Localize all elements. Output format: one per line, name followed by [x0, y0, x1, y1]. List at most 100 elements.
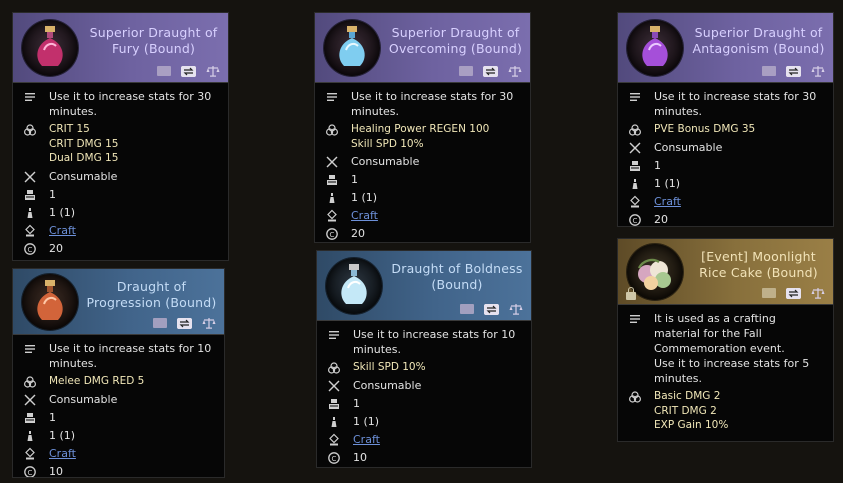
stats-triquetra-icon	[23, 123, 37, 137]
item-count: 1 (1)	[351, 191, 378, 204]
flask-count-icon	[23, 429, 37, 443]
stat-line: Basic DMG 2	[654, 390, 721, 402]
flask-count-icon	[23, 206, 37, 220]
crossed-swords-icon	[325, 155, 339, 169]
stat-line: EXP Gain 10%	[654, 419, 729, 431]
trade-icon	[484, 303, 499, 315]
potion-fury-icon	[22, 20, 78, 76]
item-stack: 1	[49, 187, 56, 201]
tooltip-header: Draught of Boldness (Bound)	[317, 251, 531, 321]
crossed-swords-icon	[23, 393, 37, 407]
trade-icon	[786, 65, 801, 77]
book-icon	[459, 66, 473, 76]
book-icon	[762, 288, 776, 298]
description-lines-icon	[327, 328, 341, 342]
scale-icon	[202, 317, 216, 329]
item-value: 10	[49, 465, 63, 478]
item-value: 10	[353, 451, 367, 464]
tooltip-header: Superior Draught of Antagonism (Bound)	[618, 13, 833, 83]
item-type: Consumable	[351, 155, 420, 168]
tooltip-header: Draught of Progression (Bound)	[13, 269, 224, 335]
stat-line: CRIT DMG 15	[49, 137, 119, 150]
description-lines-icon	[23, 90, 37, 104]
potion-antagonism-icon	[627, 20, 683, 76]
scale-icon	[206, 65, 220, 77]
craft-link[interactable]: Craft	[351, 208, 378, 223]
item-count: 1 (1)	[654, 177, 681, 190]
stat-line: PVE Bonus DMG 35	[654, 123, 756, 135]
stat-line: Dual DMG 15	[49, 152, 119, 164]
trade-icon	[181, 65, 196, 77]
stack-icon	[628, 159, 642, 173]
crossed-swords-icon	[23, 170, 37, 184]
coin-icon	[628, 213, 642, 227]
item-description: Use it to increase stats for 30 minutes.	[654, 90, 817, 118]
item-tooltip-ricecake: [Event] Moonlight Rice Cake (Bound) It i…	[617, 238, 834, 442]
flask-count-icon	[325, 191, 339, 205]
scale-icon	[811, 287, 825, 299]
item-tooltip-overcoming: Superior Draught of Overcoming (Bound) U…	[314, 12, 531, 243]
item-stack: 1	[49, 411, 56, 424]
craft-link[interactable]: Craft	[654, 194, 681, 209]
item-type: Consumable	[353, 379, 422, 392]
anvil-craft-icon	[325, 209, 339, 223]
tooltip-header: Superior Draught of Overcoming (Bound)	[315, 13, 530, 83]
trade-icon	[483, 65, 498, 77]
item-stack: 1	[351, 173, 358, 186]
anvil-craft-icon	[23, 224, 37, 238]
anvil-craft-icon	[23, 447, 37, 461]
flask-count-icon	[628, 177, 642, 191]
trade-icon	[177, 317, 192, 329]
stats-triquetra-icon	[325, 123, 339, 137]
stat-line: CRIT DMG 2	[654, 404, 717, 417]
stats-triquetra-icon	[628, 123, 642, 137]
item-title: Superior Draught of Antagonism (Bound)	[692, 25, 825, 56]
item-description-secondary: Use it to increase stats for 5 minutes.	[654, 357, 810, 385]
craft-link[interactable]: Craft	[49, 446, 76, 461]
item-type: Consumable	[654, 141, 723, 154]
book-icon	[762, 66, 776, 76]
item-stack: 1	[353, 397, 360, 410]
flask-count-icon	[327, 415, 341, 429]
item-type: Consumable	[49, 169, 118, 183]
coin-icon	[23, 465, 37, 478]
description-lines-icon	[628, 90, 642, 104]
stat-line: CRIT 15	[49, 123, 90, 135]
craft-link[interactable]: Craft	[49, 223, 76, 238]
book-icon	[153, 318, 167, 328]
description-lines-icon	[325, 90, 339, 104]
item-title: Superior Draught of Fury (Bound)	[89, 25, 218, 56]
coin-icon	[325, 227, 339, 241]
item-description: Use it to increase stats for 30 minutes.	[49, 90, 212, 118]
potion-progression-icon	[22, 274, 78, 330]
craft-link[interactable]: Craft	[353, 432, 380, 447]
crossed-swords-icon	[628, 141, 642, 155]
stats-triquetra-icon	[327, 361, 341, 375]
item-value: 20	[351, 227, 365, 240]
tooltip-header: Superior Draught of Fury (Bound)	[13, 13, 228, 83]
item-title: Superior Draught of Overcoming (Bound)	[388, 25, 523, 56]
item-title: Draught of Progression (Bound)	[86, 279, 217, 310]
coin-icon	[23, 242, 37, 256]
stack-icon	[327, 397, 341, 411]
scale-icon	[509, 303, 523, 315]
stat-line: Skill SPD 10%	[351, 137, 424, 150]
description-lines-icon	[23, 342, 37, 356]
item-title: Draught of Boldness (Bound)	[391, 261, 523, 292]
stat-line: Melee DMG RED 5	[49, 375, 145, 387]
scale-icon	[811, 65, 825, 77]
stack-icon	[325, 173, 339, 187]
tooltip-header: [Event] Moonlight Rice Cake (Bound)	[618, 239, 833, 305]
lock-icon	[626, 287, 636, 300]
item-tooltip-boldness: Draught of Boldness (Bound) Use it to in…	[316, 250, 532, 468]
book-icon	[460, 304, 474, 314]
item-value: 20	[654, 213, 668, 226]
item-description: Use it to increase stats for 10 minutes.	[353, 328, 516, 356]
stats-triquetra-icon	[23, 375, 37, 389]
coin-icon	[327, 451, 341, 465]
item-count: 1 (1)	[49, 429, 76, 442]
stats-triquetra-icon	[628, 390, 642, 404]
item-title: [Event] Moonlight Rice Cake (Bound)	[699, 249, 818, 280]
potion-boldness-icon	[326, 258, 382, 314]
stat-line: Skill SPD 10%	[353, 361, 426, 373]
